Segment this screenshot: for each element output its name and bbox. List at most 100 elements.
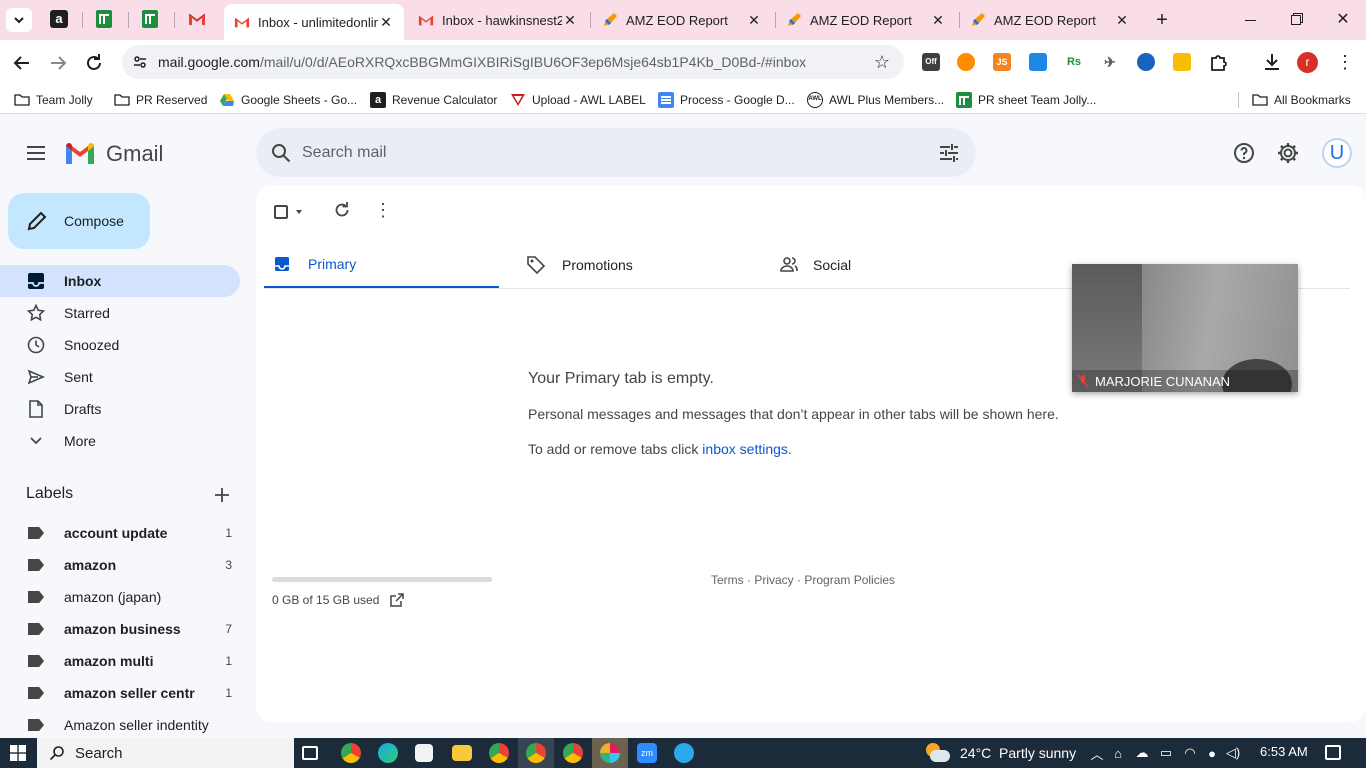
- taskbar-edge[interactable]: [378, 743, 398, 763]
- label-amazon-multi[interactable]: amazon multi 1: [0, 645, 240, 677]
- taskbar-chrome-4[interactable]: [563, 743, 583, 763]
- forward-button[interactable]: [46, 51, 70, 75]
- pinned-tab-amazon[interactable]: a: [50, 10, 70, 30]
- tab-social[interactable]: Social: [777, 241, 1012, 289]
- extension-blue-icon[interactable]: [1029, 53, 1047, 71]
- tab-inbox-hawkinsnest[interactable]: Inbox - hawkinsnest2 ✕: [408, 4, 588, 36]
- bookmark-upload-awl-label[interactable]: Upload - AWL LABEL: [510, 92, 646, 108]
- privacy-link[interactable]: Privacy: [754, 573, 793, 587]
- close-icon[interactable]: ✕: [1114, 12, 1130, 29]
- taskbar-chrome-1[interactable]: [341, 743, 361, 763]
- back-button[interactable]: [10, 51, 34, 75]
- restore-button[interactable]: [1284, 10, 1308, 30]
- label-amazon[interactable]: amazon 3: [0, 549, 240, 581]
- bookmark-pr-sheet-team-jolly[interactable]: PR sheet Team Jolly...: [956, 92, 1096, 108]
- more-options-icon[interactable]: ⋮: [374, 199, 392, 221]
- label-amazon-seller-centr[interactable]: amazon seller centr 1: [0, 677, 240, 709]
- bookmark-star-icon[interactable]: ☆: [872, 52, 892, 73]
- pinned-tab-sheets-2[interactable]: [142, 10, 162, 30]
- nav-snoozed[interactable]: Snoozed: [0, 329, 240, 361]
- refresh-button[interactable]: [332, 200, 352, 220]
- taskbar-clock[interactable]: 6:53 AM: [1260, 744, 1308, 759]
- bookmark-awl-plus-members[interactable]: AWL AWL Plus Members...: [807, 92, 944, 108]
- main-menu-button[interactable]: [24, 141, 48, 165]
- tab-search-button[interactable]: [6, 8, 32, 32]
- extension-plane-icon[interactable]: ✈: [1101, 53, 1119, 71]
- search-icon[interactable]: [270, 142, 292, 164]
- close-icon[interactable]: ✕: [378, 14, 394, 31]
- reload-button[interactable]: [82, 51, 106, 75]
- select-all-checkbox[interactable]: [274, 202, 310, 222]
- extension-star-icon[interactable]: [1173, 53, 1191, 71]
- tab-amz-eod-report-1[interactable]: AMZ EOD Report ✕: [592, 4, 772, 36]
- label-amazon-business[interactable]: amazon business 7: [0, 613, 240, 645]
- profile-avatar[interactable]: r: [1297, 52, 1318, 73]
- tray-volume-icon[interactable]: ◁): [1222, 745, 1244, 761]
- label-amazon-seller-indentity[interactable]: Amazon seller indentity: [0, 709, 240, 741]
- tray-chevron-up-icon[interactable]: ︿: [1088, 744, 1106, 763]
- label-amazon-japan[interactable]: amazon (japan): [0, 581, 240, 613]
- pinned-tab-sheets-1[interactable]: [96, 10, 116, 30]
- nav-inbox[interactable]: Inbox: [0, 265, 240, 297]
- taskbar-chrome-3[interactable]: [526, 743, 546, 763]
- nav-sent[interactable]: Sent: [0, 361, 240, 393]
- taskbar-search[interactable]: Search: [37, 738, 294, 768]
- taskbar-chrome-2[interactable]: [489, 743, 509, 763]
- tab-promotions[interactable]: Promotions: [524, 241, 759, 289]
- nav-more[interactable]: More: [0, 425, 240, 457]
- new-tab-button[interactable]: +: [1150, 8, 1174, 32]
- extension-off-icon[interactable]: Off: [922, 53, 940, 71]
- label-account-update[interactable]: account update 1: [0, 517, 240, 549]
- program-policies-link[interactable]: Program Policies: [804, 573, 895, 587]
- create-label-button[interactable]: [212, 485, 232, 505]
- terms-link[interactable]: Terms: [711, 573, 744, 587]
- bookmark-pr-reserved[interactable]: PR Reserved: [114, 92, 207, 108]
- bookmark-revenue-calculator[interactable]: a Revenue Calculator: [370, 92, 497, 108]
- minimize-button[interactable]: [1238, 10, 1262, 30]
- task-view-icon[interactable]: [302, 746, 318, 760]
- close-window-button[interactable]: ✕: [1330, 8, 1356, 32]
- address-bar[interactable]: mail.google.com /mail/u/0/d/AEoRXRQxcBBG…: [122, 45, 904, 79]
- bookmark-team-jolly[interactable]: Team Jolly: [14, 92, 93, 108]
- nav-starred[interactable]: Starred: [0, 297, 240, 329]
- tray-battery-icon[interactable]: ▭: [1154, 745, 1178, 761]
- account-avatar[interactable]: U: [1322, 138, 1352, 168]
- site-info-icon[interactable]: [130, 52, 150, 72]
- close-icon[interactable]: ✕: [930, 12, 946, 29]
- tray-network-icon[interactable]: ⌂: [1106, 746, 1130, 761]
- tab-amz-eod-report-3[interactable]: AMZ EOD Report ✕: [960, 4, 1140, 36]
- bookmark-google-sheets[interactable]: Google Sheets - Go...: [219, 92, 357, 108]
- tray-cloud-icon[interactable]: ☁: [1130, 745, 1154, 761]
- start-button[interactable]: [10, 745, 26, 761]
- tab-amz-eod-report-2[interactable]: AMZ EOD Report ✕: [776, 4, 956, 36]
- search-bar[interactable]: Search mail: [256, 128, 976, 177]
- taskbar-telegram[interactable]: [674, 743, 694, 763]
- extension-rs-icon[interactable]: Rs: [1065, 53, 1083, 71]
- tray-microphone-icon[interactable]: ●: [1202, 746, 1222, 761]
- all-bookmarks[interactable]: All Bookmarks: [1252, 92, 1351, 108]
- extension-compass-icon[interactable]: [1137, 53, 1155, 71]
- taskbar-file-explorer[interactable]: [452, 745, 472, 761]
- extensions-puzzle-icon[interactable]: [1208, 51, 1230, 73]
- nav-drafts[interactable]: Drafts: [0, 393, 240, 425]
- downloads-icon[interactable]: [1261, 51, 1283, 73]
- taskbar-store[interactable]: [415, 744, 433, 762]
- settings-button[interactable]: [1276, 141, 1300, 165]
- search-options-icon[interactable]: [938, 142, 960, 164]
- tab-inbox-unlimitedonline[interactable]: Inbox - unlimitedonlin ✕: [224, 4, 404, 40]
- open-external-icon[interactable]: [389, 592, 405, 608]
- weather-widget[interactable]: 24°C Partly sunny: [926, 738, 1076, 768]
- help-button[interactable]: [1232, 141, 1256, 165]
- search-input[interactable]: Search mail: [302, 144, 938, 162]
- tray-wifi-icon[interactable]: ◠: [1178, 745, 1202, 761]
- compose-button[interactable]: Compose: [8, 193, 150, 249]
- taskbar-slack[interactable]: [600, 743, 620, 763]
- close-icon[interactable]: ✕: [562, 12, 578, 29]
- chrome-menu-icon[interactable]: ⋮: [1336, 51, 1354, 73]
- inbox-settings-link[interactable]: inbox settings: [702, 441, 788, 457]
- notification-center-icon[interactable]: [1325, 745, 1341, 760]
- pinned-tab-gmail[interactable]: [188, 12, 208, 32]
- extension-js-icon[interactable]: JS: [993, 53, 1011, 71]
- gmail-logo[interactable]: Gmail: [64, 139, 163, 169]
- extension-firefox-icon[interactable]: [957, 53, 975, 71]
